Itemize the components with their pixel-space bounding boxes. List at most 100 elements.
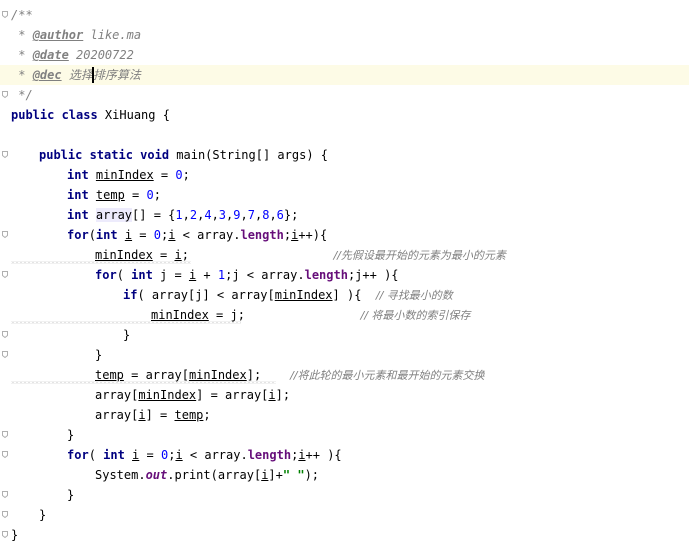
- code-line[interactable]: * @date 20200722: [0, 45, 689, 65]
- code-token: int: [67, 208, 96, 222]
- code-token: int: [67, 188, 96, 202]
- code-token: ;: [181, 248, 334, 262]
- code-text: array[minIndex] = array[i];: [95, 385, 290, 405]
- code-line[interactable]: }: [0, 345, 689, 365]
- code-token: for: [67, 228, 89, 242]
- code-token: =: [124, 188, 147, 202]
- code-text: if( array[j] < array[minIndex] ){ // 寻找最…: [123, 285, 453, 306]
- code-token: i: [298, 448, 306, 462]
- code-line[interactable]: * @author like.ma: [0, 25, 689, 45]
- inspection-underline: [11, 321, 241, 324]
- code-token: @author: [32, 28, 84, 42]
- code-line[interactable]: int temp = 0;: [0, 185, 689, 205]
- code-line[interactable]: System.out.print(array[i]+" ");: [0, 465, 689, 485]
- code-token: ] ){: [332, 288, 376, 302]
- code-text: array[i] = temp;: [95, 405, 211, 425]
- code-token: length: [247, 448, 292, 462]
- code-text: for( int i = 0;i < array.length;i++ ){: [67, 445, 342, 465]
- code-token: 0: [146, 188, 154, 202]
- code-line[interactable]: * @dec 选择排序算法: [0, 65, 689, 85]
- code-token: i: [124, 228, 133, 242]
- code-token: j =: [160, 268, 189, 282]
- code-token: }: [123, 328, 131, 342]
- code-line[interactable]: for(int i = 0;i < array.length;i++){: [0, 225, 689, 245]
- code-token: *: [11, 48, 33, 62]
- code-line[interactable]: /**: [0, 5, 689, 25]
- code-token: =: [139, 448, 161, 462]
- code-token: array[: [95, 408, 139, 422]
- code-line[interactable]: public static void main(String[] args) {: [0, 145, 689, 165]
- code-token: ;: [283, 228, 292, 242]
- code-token: // 寻找最小的数: [375, 289, 453, 302]
- code-token: out: [145, 468, 168, 482]
- code-token: array[: [95, 388, 139, 402]
- code-token: ] = array[: [196, 388, 269, 402]
- code-line[interactable]: }: [0, 325, 689, 345]
- code-token: for: [95, 268, 117, 282]
- code-text: int temp = 0;: [67, 185, 161, 205]
- code-line[interactable]: array[i] = temp;: [0, 405, 689, 425]
- code-token: main(String[] args) {: [176, 148, 328, 162]
- code-token: 20200722: [68, 48, 134, 62]
- code-token: +: [196, 268, 218, 282]
- code-token: ,: [182, 208, 190, 222]
- code-editor[interactable]: /** * @author like.ma * @date 20200722 *…: [0, 0, 689, 551]
- code-token: }: [67, 488, 75, 502]
- code-token: (: [88, 228, 96, 242]
- code-token: ];: [246, 368, 291, 382]
- code-token: =: [153, 168, 176, 182]
- code-token: 3: [218, 208, 227, 222]
- code-token: // 将最小数的索引保存: [360, 309, 471, 322]
- code-token: ]+: [268, 468, 283, 482]
- inspection-underline: [11, 381, 276, 384]
- code-token: minIndex: [95, 168, 154, 182]
- code-token: 1: [175, 208, 183, 222]
- code-token: i: [174, 248, 182, 262]
- code-line[interactable]: }: [0, 505, 689, 525]
- code-line[interactable]: }: [0, 485, 689, 505]
- code-token: 选择排序算法: [61, 68, 141, 82]
- code-token: ];: [275, 388, 291, 402]
- code-token: ++ ){: [305, 448, 342, 462]
- code-line[interactable]: int minIndex = 0;: [0, 165, 689, 185]
- code-token: @date: [32, 48, 69, 62]
- code-token: ,: [211, 208, 219, 222]
- code-token: /**: [11, 8, 33, 22]
- code-line[interactable]: if( array[j] < array[minIndex] ){ // 寻找最…: [0, 285, 689, 305]
- code-token: 9: [233, 208, 241, 222]
- code-line[interactable]: }: [0, 425, 689, 445]
- code-token: }: [95, 348, 103, 362]
- code-line[interactable]: }: [0, 525, 689, 545]
- code-text: * @author like.ma: [11, 25, 141, 45]
- code-line[interactable]: for( int j = i + 1;j < array.length;j++ …: [0, 265, 689, 285]
- code-token: i: [175, 448, 183, 462]
- code-token: minIndex: [188, 368, 247, 382]
- code-text: }: [67, 425, 74, 445]
- code-text: }: [11, 525, 18, 545]
- code-token: 0: [153, 228, 161, 242]
- code-line[interactable]: int array[] = {1,2,4,3,9,7,8,6};: [0, 205, 689, 225]
- code-token: XiHuang {: [104, 108, 170, 122]
- code-text: */: [11, 85, 32, 105]
- code-token: public static void: [39, 148, 177, 162]
- code-token: //先假设最开始的元素为最小的元素: [333, 249, 506, 262]
- code-token: ;: [203, 408, 211, 422]
- code-text: for( int j = i + 1;j < array.length;j++ …: [95, 265, 399, 285]
- code-token: like.ma: [83, 28, 142, 42]
- code-text: * @date 20200722: [11, 45, 134, 65]
- code-token: ;: [182, 168, 190, 182]
- code-token: (: [88, 448, 104, 462]
- code-line[interactable]: for( int i = 0;i < array.length;i++ ){: [0, 445, 689, 465]
- code-token: [] = {: [132, 208, 176, 222]
- code-token: =: [132, 228, 154, 242]
- code-token: = array[: [123, 368, 189, 382]
- code-token: 7: [247, 208, 255, 222]
- code-text: public static void main(String[] args) {: [39, 145, 328, 165]
- code-token: temp: [95, 188, 125, 202]
- code-line[interactable]: public class XiHuang {: [0, 105, 689, 125]
- code-line[interactable]: array[minIndex] = array[i];: [0, 385, 689, 405]
- code-line[interactable]: */: [0, 85, 689, 105]
- code-token: < array.: [182, 448, 248, 462]
- text-caret: [92, 67, 94, 83]
- code-line[interactable]: [0, 125, 689, 145]
